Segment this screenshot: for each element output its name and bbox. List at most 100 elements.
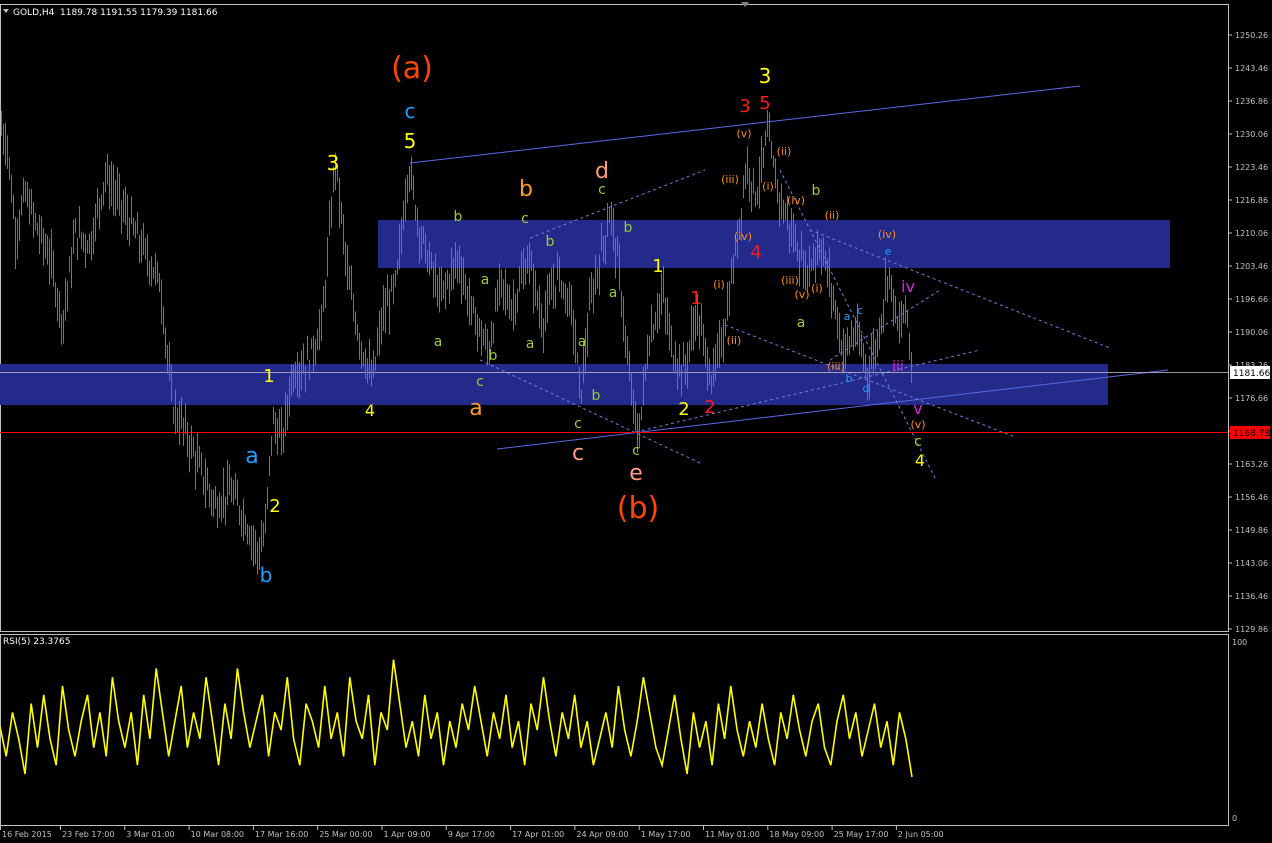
wave-label: (iii)	[827, 360, 845, 373]
wave-label: a	[245, 444, 258, 469]
wave-label: 3	[327, 151, 340, 175]
wave-label: c	[572, 441, 584, 466]
wave-label: c	[914, 434, 922, 450]
wave-label: (i)	[713, 278, 725, 291]
time-tick-label: 1 Apr 09:00	[384, 830, 431, 839]
wave-label: (v)	[736, 127, 751, 140]
time-tick-label: 3 Mar 01:00	[126, 830, 174, 839]
price-tick-label: 1210.06	[1235, 229, 1268, 238]
wave-label: e	[629, 461, 643, 486]
wave-label: c	[405, 99, 416, 123]
wave-label: 2	[678, 399, 689, 420]
price-tick-label: 1176.66	[1235, 394, 1268, 403]
wave-label: 1	[690, 288, 701, 309]
price-tick-label: 1230.06	[1235, 130, 1268, 139]
wave-label: 5	[759, 93, 770, 114]
price-tick-label: 1216.86	[1235, 196, 1268, 205]
price-tick-label: 1156.46	[1235, 493, 1268, 502]
wave-label: (a)	[391, 51, 433, 86]
wave-label: (v)	[794, 288, 809, 301]
rsi-tick-label: 0	[1232, 814, 1237, 823]
wave-label: (i)	[762, 180, 774, 193]
wave-label: a	[797, 315, 806, 331]
rsi-title: RSI(5) 23.3765	[3, 637, 70, 647]
wave-label: c	[857, 304, 863, 317]
price-tick-label: 1149.86	[1235, 526, 1268, 535]
wave-label: e	[885, 245, 892, 258]
wave-label: a	[481, 272, 490, 288]
wave-label: 5	[404, 129, 417, 153]
wave-label: c	[632, 443, 640, 459]
time-tick-label: 25 May 17:00	[834, 830, 889, 839]
wave-label: a	[578, 334, 587, 350]
wave-label: a	[526, 336, 535, 352]
wave-label: b	[846, 372, 853, 385]
wave-label: iv	[901, 277, 915, 296]
wave-label: a	[469, 396, 482, 421]
symbol-title: GOLD,H4	[13, 8, 55, 18]
price-tick-label: 1243.46	[1235, 64, 1268, 73]
wave-label: 2	[269, 496, 280, 517]
wave-label: (iv)	[878, 228, 896, 241]
resistance-zone	[378, 220, 1170, 268]
time-tick-label: 11 May 01:00	[705, 830, 760, 839]
time-tick-label: 24 Apr 09:00	[576, 830, 628, 839]
wave-label: 4	[915, 451, 925, 470]
price-tick-label: 1143.06	[1235, 559, 1268, 568]
wave-label: 1	[263, 366, 274, 387]
price-tick-label: 1163.26	[1235, 460, 1268, 469]
price-tick-label: 1196.66	[1235, 295, 1268, 304]
wave-label: (iii)	[721, 173, 739, 186]
wave-label: iii	[892, 359, 904, 375]
time-tick-label: 25 Mar 00:00	[319, 830, 372, 839]
wave-label: c	[574, 416, 582, 432]
wave-label: b	[519, 177, 533, 202]
wave-label: 2	[704, 397, 715, 418]
time-tick-label: 23 Feb 17:00	[62, 830, 114, 839]
price-tick-label: 1136.46	[1235, 592, 1268, 601]
price-tick-label: 1223.46	[1235, 163, 1268, 172]
time-tick-label: 17 Apr 01:00	[512, 830, 564, 839]
wave-label: 4	[750, 242, 761, 263]
wave-label: (v)	[910, 418, 925, 431]
wave-label: (ii)	[825, 209, 840, 222]
support-price-tag: 1168.78	[1233, 429, 1270, 439]
time-tick-label: 1 May 17:00	[641, 830, 691, 839]
wave-label: b	[624, 220, 633, 236]
time-tick-label: 10 Mar 08:00	[191, 830, 244, 839]
wave-label: 3	[739, 96, 750, 117]
current-price-tag: 1181.66	[1233, 369, 1270, 379]
wave-label: b	[260, 563, 273, 587]
wave-label: (iv)	[787, 194, 805, 207]
wave-label: a	[434, 334, 443, 350]
wave-label: (i)	[811, 282, 823, 295]
wave-label: (iii)	[781, 274, 799, 287]
price-tick-label: 1236.86	[1235, 97, 1268, 106]
wave-label: c	[598, 182, 606, 198]
wave-label: b	[592, 388, 601, 404]
wave-label: 3	[759, 64, 772, 88]
time-tick-label: 9 Apr 17:00	[448, 830, 495, 839]
price-tick-label: 1250.26	[1235, 31, 1268, 40]
wave-label: b	[812, 183, 821, 199]
price-tick-label: 1129.86	[1235, 625, 1268, 634]
wave-label: a	[844, 310, 851, 323]
wave-label: c	[521, 211, 529, 227]
time-tick-label: 16 Feb 2015	[2, 830, 52, 839]
chart-canvas: (a)c531a2b4babcabacbadcbaabcc ce(b)112 2(i…	[0, 0, 1272, 843]
wave-label: d	[595, 159, 609, 184]
wave-label: (ii)	[777, 145, 792, 158]
ohlc-readout: 1189.78 1191.55 1179.39 1181.66	[60, 8, 218, 18]
wave-label: 4	[365, 401, 375, 420]
wave-label: b	[546, 234, 555, 250]
price-tick-label: 1190.06	[1235, 328, 1268, 337]
wave-label: a	[609, 285, 618, 301]
wave-label: b	[489, 348, 498, 364]
wave-label: v	[913, 399, 922, 418]
wave-label: (b)	[617, 491, 659, 526]
time-tick-label: 2 Jun 05:00	[898, 830, 944, 839]
wave-label: c	[476, 374, 484, 390]
price-tick-label: 1203.46	[1235, 262, 1268, 271]
support-zone	[0, 364, 1108, 405]
wave-label: 1	[652, 256, 663, 277]
